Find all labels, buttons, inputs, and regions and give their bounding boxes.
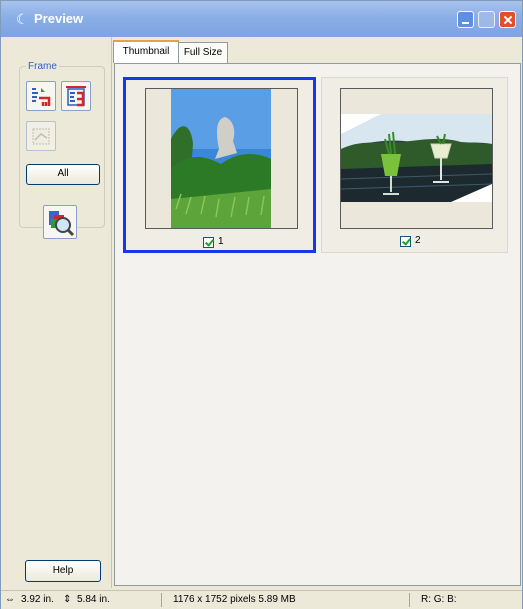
status-bar: ⇔ 3.92 in. ⇕ 5.84 in. 1176 x 1752 pixels… [1, 590, 522, 609]
status-width: 3.92 in. [21, 594, 54, 605]
maximize-button[interactable] [478, 11, 495, 28]
thumbnail-2-photo [341, 114, 492, 202]
thumbnail-2[interactable]: 2 [321, 77, 508, 253]
thumbnail-1-number: 1 [218, 236, 224, 247]
thumbnail-2-number: 2 [415, 235, 421, 246]
status-height: 5.84 in. [77, 594, 110, 605]
window-title: Preview [34, 11, 84, 26]
width-icon: ⇔ [5, 594, 15, 605]
status-pixels: 1176 x 1752 pixels 5.89 MB [173, 594, 296, 605]
erase-frame-icon[interactable] [26, 121, 56, 151]
zoom-icon[interactable] [43, 205, 77, 239]
status-separator [161, 593, 162, 607]
all-button[interactable]: All [26, 164, 100, 185]
status-separator [409, 593, 410, 607]
thumbnail-1-frame [145, 88, 298, 229]
frame-label: Frame [26, 61, 59, 72]
thumbnail-1-photo [171, 89, 271, 228]
adjust-frame-icon[interactable] [61, 81, 91, 111]
help-button[interactable]: Help [25, 560, 101, 582]
status-rgb: R: G: B: [421, 594, 457, 605]
thumbnail-2-frame [340, 88, 493, 229]
app-icon: ☾ [16, 11, 29, 27]
minimize-button[interactable] [457, 11, 474, 28]
title-bar[interactable]: ☾ Preview [1, 1, 522, 37]
thumbnail-1-checkbox[interactable] [203, 237, 214, 248]
thumbnail-1[interactable]: 1 [123, 77, 316, 253]
tab-full-size[interactable]: Full Size [178, 42, 228, 63]
left-panel: Frame All Help [13, 37, 112, 588]
height-icon: ⇕ [63, 594, 72, 605]
preview-window: ☾ Preview Frame All Help Thumbnail Full … [0, 0, 523, 609]
thumbnail-2-checkbox[interactable] [400, 236, 411, 247]
tab-thumbnail[interactable]: Thumbnail [113, 40, 179, 63]
close-button[interactable] [499, 11, 516, 28]
auto-locate-icon[interactable] [26, 81, 56, 111]
